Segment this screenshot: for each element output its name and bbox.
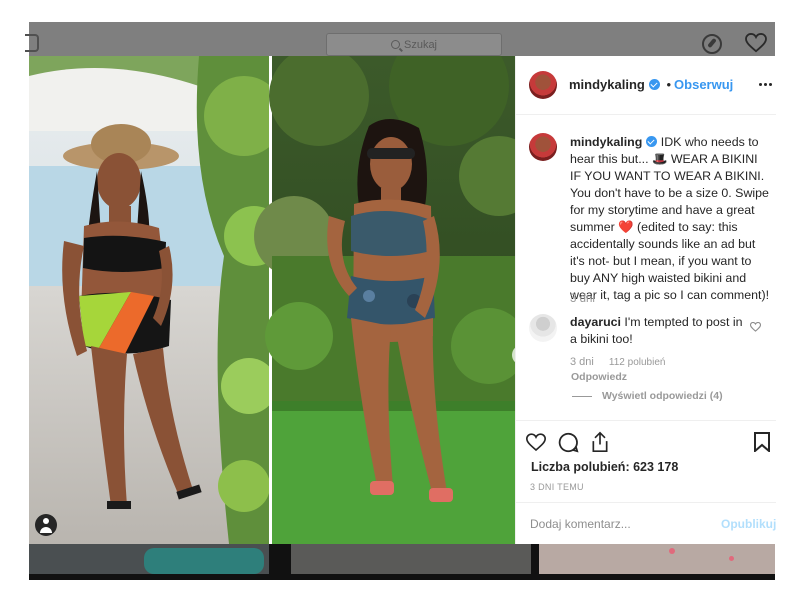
publish-button[interactable]: Opublikuj [721,517,776,531]
commenter-name[interactable]: dayaruci [570,315,621,329]
comment-icon[interactable] [558,432,579,453]
post-sidebar: mindykaling • Obserwuj mindykaling IDK wh… [515,56,776,545]
verified-icon [648,79,660,90]
heart-icon[interactable] [745,33,767,53]
heart-icon[interactable] [526,433,546,452]
search-placeholder: Szukaj [403,38,438,51]
follow-button[interactable]: Obserwuj [674,77,733,92]
caption-author[interactable]: mindykaling [570,135,642,149]
comment-input[interactable]: Dodaj komentarz... [530,517,631,531]
comment-age[interactable]: 3 dni [570,356,594,368]
caption-avatar[interactable] [529,133,557,161]
verified-icon [646,136,658,147]
caption-age[interactable]: 3 dni [570,293,595,305]
post-actions: Liczba polubień: 623 178 3 DNI TEMU Doda… [516,420,776,545]
search-icon [390,40,400,49]
comment-likes[interactable]: 112 polubień [609,357,666,368]
compass-icon[interactable] [702,34,722,54]
post-image[interactable]: › [29,56,515,544]
post-author[interactable]: mindykaling [569,77,645,92]
app-header: Szukaj [25,22,775,56]
more-icon[interactable] [759,83,772,86]
separator-dot: • [666,77,672,92]
caption-text: IDK who needs to hear this but... 🎩 WEAR… [570,135,770,302]
post-photo-collage [29,56,515,544]
background-feed [29,544,775,580]
commenter-avatar[interactable] [529,314,557,342]
likes-count[interactable]: Liczba polubień: 623 178 [531,460,678,474]
user-tag-icon[interactable] [35,514,57,536]
share-icon[interactable] [590,431,610,453]
instagram-logo-icon[interactable] [25,34,39,52]
like-comment-heart-icon[interactable] [750,322,761,332]
view-replies-button[interactable]: Wyświetl odpowiedzi (4) [602,390,723,402]
comment-composer: Dodaj komentarz... Opublikuj [516,502,776,546]
post-caption: mindykaling IDK who needs to hear this b… [570,134,770,304]
post-header: mindykaling • Obserwuj [516,56,776,115]
search-box[interactable]: Szukaj [326,33,502,56]
bookmark-icon[interactable] [754,432,770,452]
reply-button[interactable]: Odpowiedz [571,371,627,383]
replies-divider [572,395,592,397]
comment: dayaruci I'm tempted to post in a bikini… [570,314,750,348]
post-timestamp[interactable]: 3 DNI TEMU [530,482,584,492]
avatar[interactable] [529,71,557,99]
